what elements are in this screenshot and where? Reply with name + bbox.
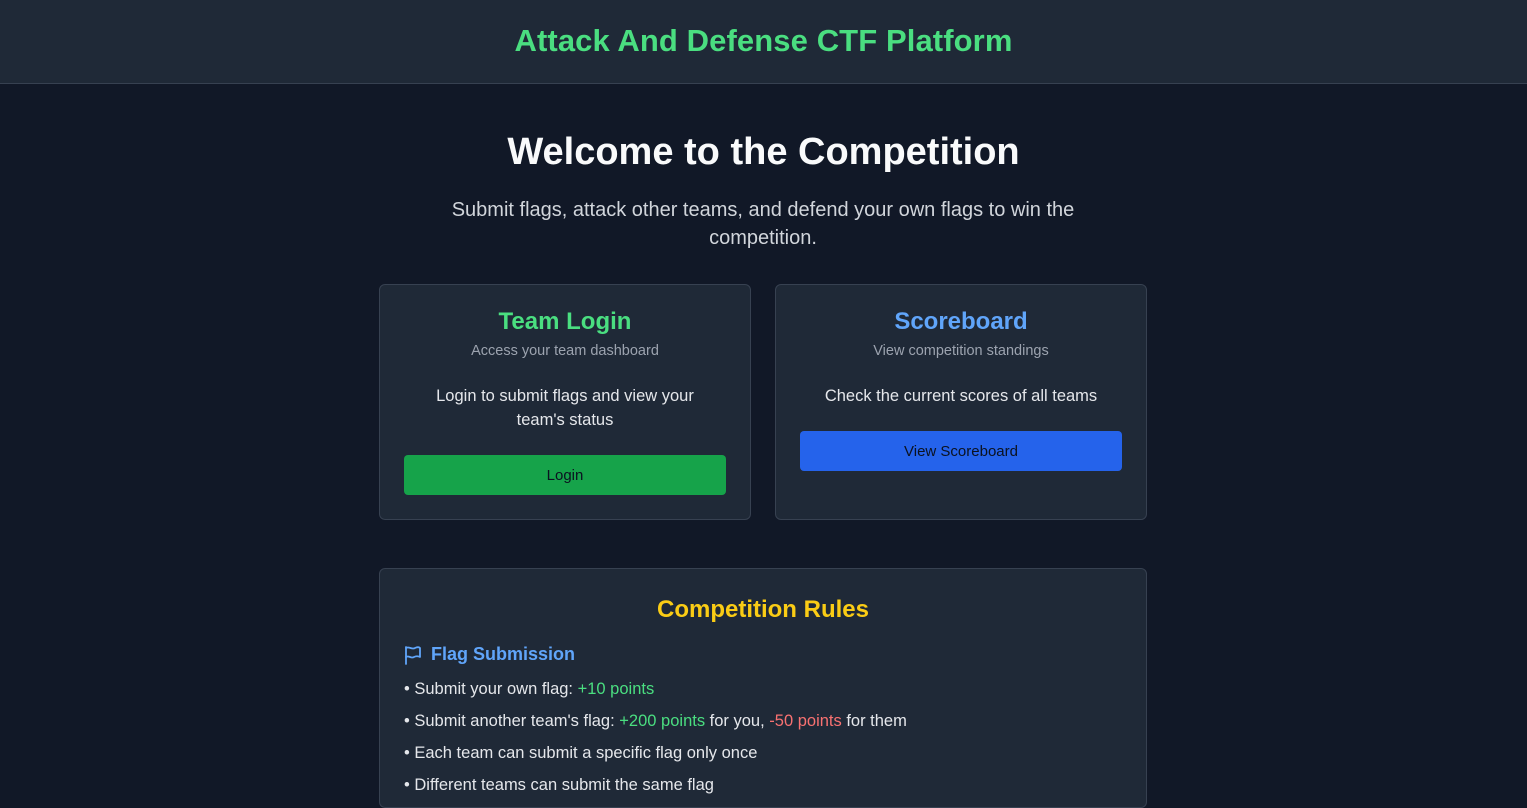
rule-own-flag-text: • Submit your own flag: bbox=[404, 680, 578, 698]
top-bar: Attack And Defense CTF Platform bbox=[0, 0, 1527, 84]
flag-submission-heading: Flag Submission bbox=[404, 644, 575, 665]
login-button[interactable]: Login bbox=[404, 455, 726, 495]
team-login-description: Access your team dashboard bbox=[471, 343, 659, 359]
platform-title: Attack And Defense CTF Platform bbox=[514, 22, 1013, 58]
scoreboard-card: Scoreboard View competition standings Ch… bbox=[775, 284, 1147, 520]
rule-other-flag-suffix: for them bbox=[841, 712, 907, 730]
rule-submit-once: • Each team can submit a specific flag o… bbox=[404, 744, 758, 762]
flag-submission-label: Flag Submission bbox=[431, 644, 576, 664]
scoreboard-description: View competition standings bbox=[873, 343, 1049, 359]
own-flag-points: +10 points bbox=[577, 680, 655, 698]
rule-other-flag: • Submit another team's flag: +200 point… bbox=[404, 709, 907, 741]
scoreboard-title: Scoreboard bbox=[894, 308, 1028, 335]
other-flag-points-them: -50 points bbox=[769, 712, 842, 730]
team-login-title: Team Login bbox=[498, 308, 632, 335]
team-login-card: Team Login Access your team dashboard Lo… bbox=[379, 284, 751, 520]
competition-rules-card: Competition Rules Flag Submission • Subm… bbox=[379, 568, 1147, 808]
welcome-subtitle: Submit flags, attack other teams, and de… bbox=[451, 199, 1075, 249]
scoreboard-body: Check the current scores of all teams bbox=[824, 387, 1098, 405]
other-flag-points-you: +200 points bbox=[619, 712, 706, 730]
flag-icon bbox=[405, 645, 421, 665]
team-login-body: Login to submit flags and view your team… bbox=[436, 387, 694, 429]
competition-rules-title: Competition Rules bbox=[656, 596, 869, 623]
rule-other-flag-text: • Submit another team's flag: bbox=[404, 712, 620, 730]
rule-same-flag: • Different teams can submit the same fl… bbox=[404, 776, 714, 794]
rule-other-flag-middle: for you, bbox=[705, 712, 770, 730]
rule-own-flag: • Submit your own flag: +10 points bbox=[404, 677, 907, 709]
view-scoreboard-button[interactable]: View Scoreboard bbox=[800, 431, 1122, 471]
welcome-heading: Welcome to the Competition bbox=[507, 131, 1020, 173]
